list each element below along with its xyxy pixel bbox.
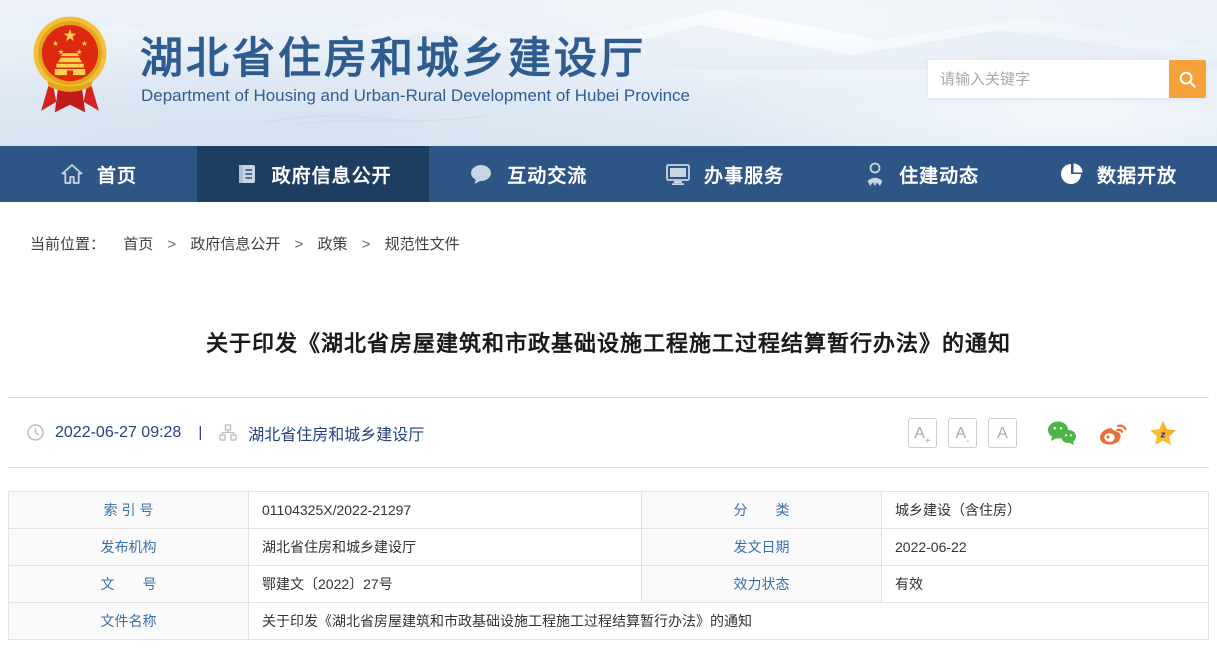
article-source: 湖北省住房和城乡建设厅 (248, 421, 424, 445)
site-header: ★ ★ ★ ★ ★ 湖北省住房和城乡建设厅 Department of Hous… (0, 0, 1217, 146)
breadcrumb-separator: > (295, 236, 304, 253)
info-label-doc-title: 文件名称 (9, 603, 249, 640)
nav-item-gov-info[interactable]: 政府信息公开 (197, 146, 429, 202)
breadcrumb-separator: > (167, 236, 176, 253)
article-title: 关于印发《湖北省房屋建筑和市政基础设施工程施工过程结算暂行办法》的通知 (0, 326, 1217, 358)
nav-item-open-data[interactable]: 数据开放 (1020, 146, 1217, 202)
breadcrumb-item-normative-docs[interactable]: 规范性文件 (385, 236, 460, 253)
breadcrumb-separator: > (362, 236, 371, 253)
font-reset-button[interactable]: A (988, 418, 1017, 448)
info-label-index-number: 索 引 号 (9, 492, 249, 529)
breadcrumb-prefix: 当前位置： (30, 236, 105, 253)
national-emblem-logo: ★ ★ ★ ★ ★ (32, 14, 108, 118)
info-label-doc-number: 文 号 (9, 566, 249, 603)
info-value-issue-date: 2022-06-22 (882, 529, 1209, 566)
nav-item-label: 数据开放 (1097, 161, 1177, 188)
info-label-issue-date: 发文日期 (642, 529, 882, 566)
svg-text:z: z (1160, 430, 1165, 440)
site-title: 湖北省住房和城乡建设厅 (140, 24, 646, 86)
info-label-category: 分 类 (642, 492, 882, 529)
wechat-icon[interactable] (1047, 420, 1077, 446)
breadcrumb-item-policy[interactable]: 政策 (317, 236, 347, 253)
font-decrease-button[interactable]: A- (948, 418, 977, 448)
nav-item-label: 住建动态 (899, 161, 979, 188)
nav-item-news[interactable]: 住建动态 (823, 146, 1020, 202)
search-input[interactable] (928, 60, 1169, 98)
breadcrumb-item-gov-info[interactable]: 政府信息公开 (190, 236, 280, 253)
meta-separator: | (198, 424, 202, 441)
breadcrumb-item-home[interactable]: 首页 (123, 236, 153, 253)
nav-item-interaction[interactable]: 互动交流 (429, 146, 626, 202)
breadcrumb: 当前位置： 首页 > 政府信息公开 > 政策 > 规范性文件 (0, 202, 1217, 254)
main-nav: 首页 政府信息公开 互动交流 办事服务 住建动态 数据开放 (0, 146, 1217, 202)
weibo-icon[interactable] (1098, 420, 1128, 446)
table-row: 发布机构 湖北省住房和城乡建设厅 发文日期 2022-06-22 (9, 529, 1209, 566)
table-row: 文 号 鄂建文〔2022〕27号 效力状态 有效 (9, 566, 1209, 603)
article-meta-row: 2022-06-27 09:28 | 湖北省住房和城乡建设厅 A+ A- A z (8, 398, 1209, 467)
sitemap-icon (219, 424, 237, 441)
qzone-icon[interactable]: z (1149, 420, 1177, 446)
clock-icon (27, 424, 44, 441)
info-value-index-number: 01104325X/2022-21297 (249, 492, 642, 529)
person-badge-icon (864, 161, 886, 187)
info-value-doc-title: 关于印发《湖北省房屋建筑和市政基础设施工程施工过程结算暂行办法》的通知 (249, 603, 1209, 640)
info-value-validity-status: 有效 (882, 566, 1209, 603)
search-button[interactable] (1169, 60, 1206, 98)
info-value-category: 城乡建设（含住房） (882, 492, 1209, 529)
nav-item-label: 政府信息公开 (272, 161, 392, 188)
table-row: 文件名称 关于印发《湖北省房屋建筑和市政基础设施工程施工过程结算暂行办法》的通知 (9, 603, 1209, 640)
nav-item-home[interactable]: 首页 (0, 146, 197, 202)
info-value-issuing-agency: 湖北省住房和城乡建设厅 (249, 529, 642, 566)
monitor-icon (665, 162, 691, 186)
document-icon (235, 162, 259, 186)
table-row: 索 引 号 01104325X/2022-21297 分 类 城乡建设（含住房） (9, 492, 1209, 529)
nav-item-services[interactable]: 办事服务 (626, 146, 823, 202)
nav-item-label: 首页 (97, 161, 137, 188)
pie-chart-icon (1060, 162, 1084, 186)
home-icon (60, 162, 84, 186)
document-info-table: 索 引 号 01104325X/2022-21297 分 类 城乡建设（含住房）… (8, 491, 1209, 640)
info-label-validity-status: 效力状态 (642, 566, 882, 603)
cloud-decoration (255, 110, 495, 126)
site-subtitle: Department of Housing and Urban-Rural De… (141, 86, 690, 106)
search-box (928, 60, 1206, 98)
article-meta: 2022-06-27 09:28 | 湖北省住房和城乡建设厅 (27, 421, 424, 445)
info-label-issuing-agency: 发布机构 (9, 529, 249, 566)
publish-time: 2022-06-27 09:28 (55, 424, 181, 442)
font-increase-button[interactable]: A+ (908, 418, 937, 448)
info-value-doc-number: 鄂建文〔2022〕27号 (249, 566, 642, 603)
article-tools: A+ A- A z (897, 418, 1209, 448)
svg-text:★: ★ (63, 25, 78, 45)
search-icon (1178, 70, 1197, 89)
divider (8, 467, 1209, 468)
nav-item-label: 互动交流 (507, 161, 587, 188)
nav-item-label: 办事服务 (704, 161, 784, 188)
share-bar: z (1047, 420, 1177, 446)
chat-bubble-icon (468, 162, 494, 186)
